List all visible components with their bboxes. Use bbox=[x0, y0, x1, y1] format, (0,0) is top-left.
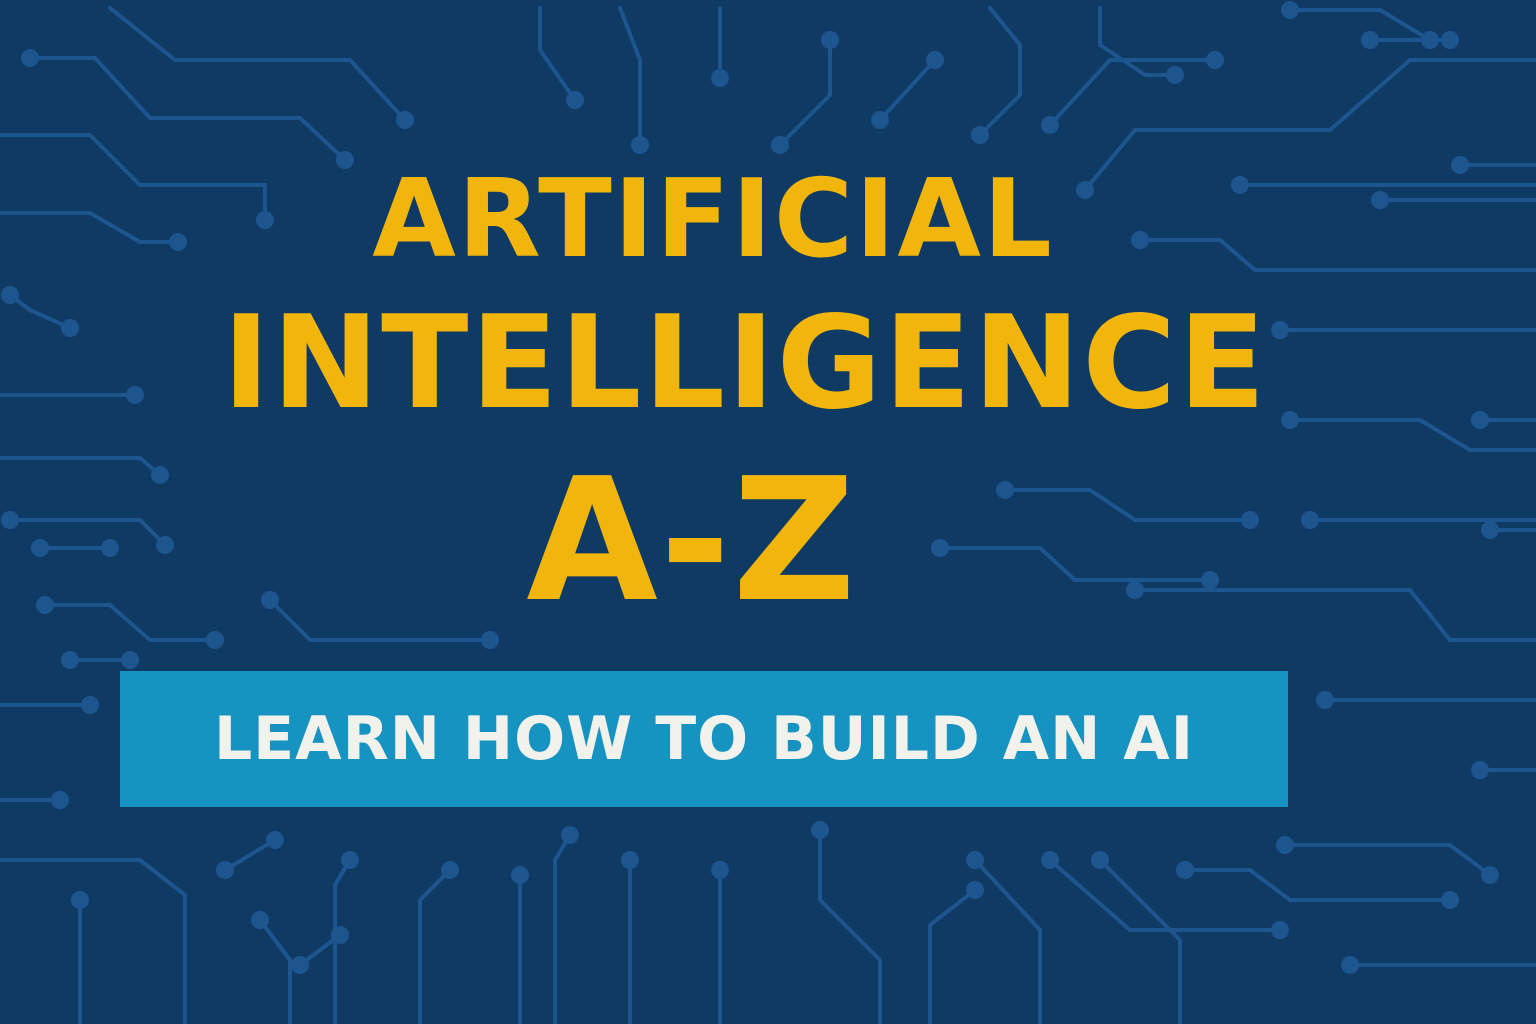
circuit-node bbox=[341, 851, 359, 869]
circuit-node bbox=[966, 851, 984, 869]
subtitle-text: LEARN HOW TO BUILD AN AI bbox=[213, 704, 1195, 774]
circuit-node bbox=[1271, 921, 1289, 939]
circuit-node bbox=[251, 911, 269, 929]
circuit-node bbox=[1041, 116, 1059, 134]
circuit-node bbox=[1206, 51, 1224, 69]
circuit-node bbox=[926, 51, 944, 69]
circuit-node bbox=[1316, 691, 1334, 709]
circuit-node bbox=[1281, 1, 1299, 19]
circuit-node bbox=[711, 69, 729, 87]
circuit-node bbox=[711, 861, 729, 879]
circuit-node bbox=[266, 831, 284, 849]
circuit-node bbox=[51, 791, 69, 809]
circuit-node bbox=[1481, 521, 1499, 539]
title-line-intelligence: INTELLIGENCE bbox=[222, 289, 1268, 438]
circuit-node bbox=[561, 826, 579, 844]
circuit-node bbox=[771, 136, 789, 154]
title-line-a-z: A-Z bbox=[526, 442, 858, 640]
circuit-node bbox=[291, 956, 309, 974]
circuit-node bbox=[1341, 956, 1359, 974]
circuit-node bbox=[71, 891, 89, 909]
circuit-node bbox=[631, 136, 649, 154]
circuit-node bbox=[21, 49, 39, 67]
circuit-node bbox=[1441, 31, 1459, 49]
circuit-node bbox=[331, 926, 349, 944]
circuit-node bbox=[1421, 31, 1439, 49]
circuit-node bbox=[441, 861, 459, 879]
circuit-node bbox=[1166, 66, 1184, 84]
circuit-node bbox=[871, 111, 889, 129]
title-line-artificial: ARTIFICIAL bbox=[372, 157, 1054, 282]
subtitle-banner: LEARN HOW TO BUILD AN AI bbox=[120, 671, 1288, 807]
circuit-node bbox=[811, 821, 829, 839]
circuit-node bbox=[1481, 866, 1499, 884]
circuit-node bbox=[821, 31, 839, 49]
circuit-node bbox=[1276, 836, 1294, 854]
circuit-node bbox=[966, 881, 984, 899]
circuit-node bbox=[1091, 851, 1109, 869]
circuit-node bbox=[1176, 861, 1194, 879]
circuit-node bbox=[481, 631, 499, 649]
circuit-node bbox=[216, 861, 234, 879]
circuit-node bbox=[1441, 891, 1459, 909]
poster-canvas: ARTIFICIAL INTELLIGENCE A-Z LEARN HOW TO… bbox=[0, 0, 1536, 1024]
circuit-node bbox=[81, 696, 99, 714]
circuit-node bbox=[621, 851, 639, 869]
circuit-node bbox=[121, 651, 139, 669]
circuit-node bbox=[1041, 851, 1059, 869]
circuit-node bbox=[566, 91, 584, 109]
circuit-node bbox=[396, 111, 414, 129]
circuit-node bbox=[61, 651, 79, 669]
circuit-node bbox=[1471, 761, 1489, 779]
circuit-node bbox=[971, 126, 989, 144]
circuit-node bbox=[511, 866, 529, 884]
circuit-node bbox=[206, 631, 224, 649]
circuit-node bbox=[1361, 31, 1379, 49]
